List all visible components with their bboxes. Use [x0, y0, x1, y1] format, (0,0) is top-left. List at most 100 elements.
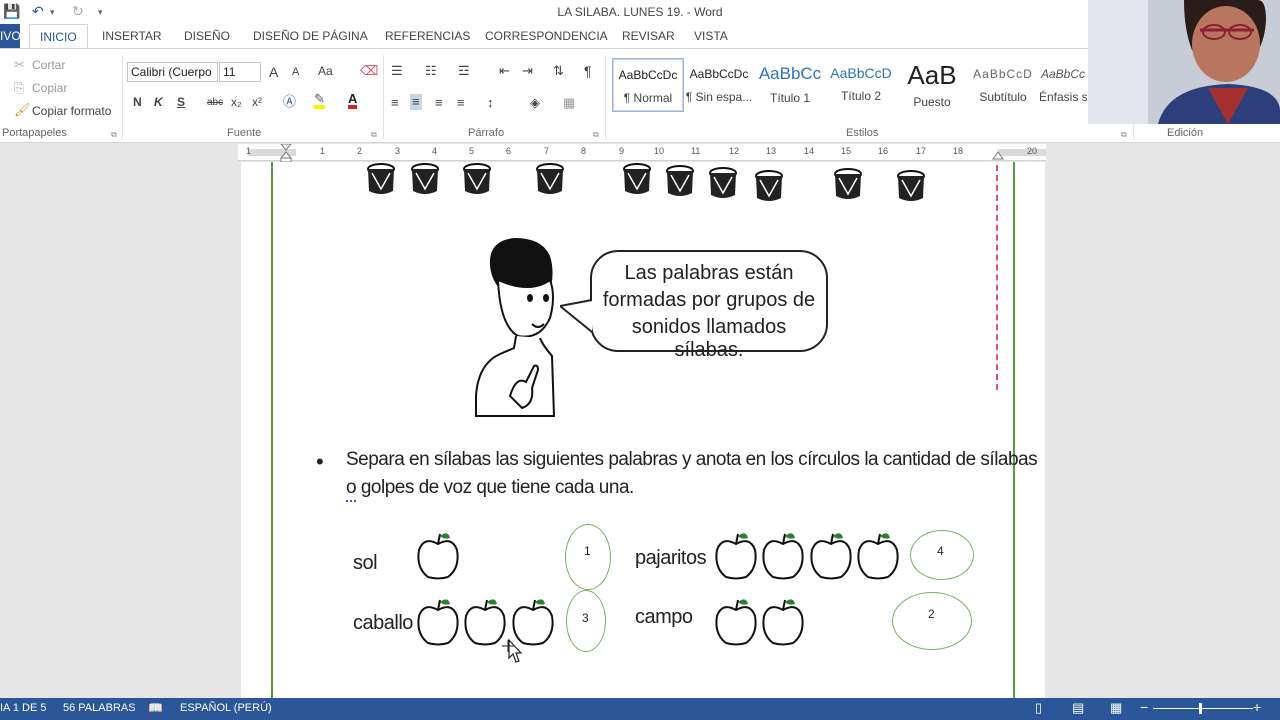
- format-painter-icon: 🖌: [14, 102, 31, 117]
- numbering-icon[interactable]: ☷: [425, 63, 437, 79]
- right-indent-marker-icon[interactable]: [992, 150, 1004, 160]
- group-label-clipboard: Portapapeles: [2, 127, 67, 139]
- answer-number: 3: [582, 611, 589, 625]
- italic-button[interactable]: K: [154, 95, 163, 109]
- subscript-button[interactable]: x₂: [231, 95, 242, 109]
- font-launcher-icon[interactable]: ⧉: [371, 127, 377, 143]
- clipboard-launcher-icon[interactable]: ⧉: [111, 127, 117, 143]
- format-painter-button[interactable]: Copiar formato: [32, 104, 111, 118]
- mouse-cursor-icon: [502, 638, 522, 663]
- print-layout-icon[interactable]: ▤: [1072, 700, 1084, 716]
- highlight-icon[interactable]: ✎: [314, 92, 325, 109]
- horizontal-ruler[interactable]: 1 1 2 3 4 5 6 7 8 9 10 11 12 13 14 15 16…: [238, 144, 1046, 162]
- zoom-slider-thumb[interactable]: [1199, 703, 1202, 714]
- font-name-select[interactable]: Calibri (Cuerpo: [127, 62, 218, 82]
- font-color-icon[interactable]: A: [348, 92, 358, 109]
- multilevel-list-icon[interactable]: ☲: [458, 63, 470, 79]
- proofing-icon[interactable]: 📖: [148, 701, 163, 715]
- tab-diseno[interactable]: DISEÑO: [184, 29, 230, 43]
- align-left-icon[interactable]: ≡: [391, 95, 399, 111]
- drum-icon: [536, 163, 564, 194]
- decrease-indent-icon[interactable]: ⇤: [499, 63, 510, 79]
- word-count[interactable]: 56 PALABRAS: [63, 702, 136, 714]
- page-count[interactable]: IA 1 DE 5: [0, 702, 46, 714]
- tab-insertar[interactable]: INSERTAR: [102, 29, 162, 43]
- ruler-number: 1: [246, 146, 252, 156]
- ruler-number: 20: [1027, 146, 1038, 156]
- style-titulo-1[interactable]: AaBbCc Título 1: [755, 59, 825, 111]
- drum-icon: [623, 163, 651, 194]
- strikethrough-button[interactable]: abc: [207, 97, 223, 108]
- bullets-icon[interactable]: ☰: [391, 63, 403, 79]
- ruler-margin-right: [998, 149, 1046, 156]
- style-sin-espaciado[interactable]: AaBbCcDc ¶ Sin espa...: [684, 59, 754, 111]
- align-right-icon[interactable]: ≡: [435, 95, 443, 111]
- superscript-button[interactable]: x²: [252, 95, 262, 109]
- borders-icon[interactable]: ▦: [563, 95, 575, 111]
- increase-indent-icon[interactable]: ⇥: [522, 63, 533, 79]
- underline-button[interactable]: S: [177, 95, 185, 109]
- font-size-select[interactable]: 11: [219, 62, 261, 82]
- language[interactable]: ESPAÑOL (PERÚ): [180, 702, 272, 714]
- style-preview: AaBbCcD: [973, 67, 1033, 81]
- answer-number: 4: [937, 544, 944, 558]
- read-mode-icon[interactable]: ▯: [1035, 700, 1042, 716]
- ruler-number: 17: [916, 146, 927, 156]
- copy-icon: ⎘: [14, 80, 25, 95]
- presenter-video: [1088, 0, 1280, 124]
- zoom-slider[interactable]: [1153, 708, 1253, 709]
- group-label-font: Fuente: [227, 127, 262, 139]
- tab-diseno-pagina[interactable]: DISEÑO DE PÁGINA: [253, 29, 368, 43]
- bold-button[interactable]: N: [133, 95, 142, 109]
- styles-launcher-icon[interactable]: ⧉: [1121, 127, 1127, 143]
- style-preview: AaB: [907, 60, 957, 90]
- shading-icon[interactable]: ◈: [530, 95, 540, 111]
- zoom-in-icon[interactable]: +: [1253, 699, 1261, 715]
- tab-revisar[interactable]: REVISAR: [622, 29, 675, 43]
- instruction-line: o golpes de voz que tiene cada una.: [346, 477, 634, 498]
- style-normal[interactable]: AaBbCcDc ¶ Normal: [612, 58, 684, 112]
- ruler-number: 11: [691, 146, 701, 156]
- style-name: Puesto: [913, 95, 951, 109]
- style-puesto[interactable]: AaB Puesto: [897, 59, 967, 111]
- sort-icon[interactable]: ⇅: [553, 63, 564, 79]
- style-name: ¶ Normal: [623, 91, 673, 105]
- shrink-font-button[interactable]: A: [292, 66, 299, 78]
- style-titulo-2[interactable]: AaBbCcD Título 2: [826, 59, 896, 111]
- word-label: campo: [635, 606, 693, 628]
- align-center-icon[interactable]: ≡: [410, 94, 422, 110]
- bullet: •: [316, 449, 324, 474]
- ruler-number: 1: [320, 146, 326, 156]
- clear-format-icon[interactable]: ⌫: [360, 63, 378, 79]
- style-enfasis-sutil[interactable]: AaBbCc Énfasis s: [1039, 59, 1087, 111]
- grow-font-button[interactable]: A: [269, 64, 278, 80]
- style-name: Subtítulo: [979, 90, 1027, 104]
- red-dashed-line: [996, 165, 998, 390]
- boy-illustration: [475, 238, 556, 417]
- show-marks-button[interactable]: ¶: [584, 63, 592, 79]
- tab-archivo[interactable]: IVO: [0, 24, 20, 48]
- change-case-button[interactable]: Aa: [318, 64, 333, 78]
- style-subtitulo[interactable]: AaBbCcD Subtítulo: [968, 59, 1038, 111]
- answer-oval[interactable]: [892, 592, 972, 650]
- zoom-out-icon[interactable]: −: [1140, 699, 1148, 715]
- justify-icon[interactable]: ≡: [457, 95, 465, 111]
- word-label: pajaritos: [635, 547, 707, 569]
- tab-vista[interactable]: VISTA: [694, 29, 728, 43]
- spell-check-underline: [346, 498, 356, 502]
- text-effects-icon[interactable]: Ⓐ: [283, 94, 296, 110]
- cut-button[interactable]: Cortar: [32, 58, 65, 72]
- line-spacing-icon[interactable]: ↕: [487, 95, 494, 111]
- ruler-number: 8: [581, 146, 587, 156]
- bubble-line: Las palabras están: [624, 262, 794, 284]
- web-layout-icon[interactable]: ▦: [1110, 700, 1122, 716]
- indent-marker-icon[interactable]: [280, 144, 292, 162]
- tab-inicio[interactable]: INICIO: [29, 24, 88, 49]
- ruler-number: 2: [357, 146, 363, 156]
- copy-button[interactable]: Copiar: [32, 81, 67, 95]
- group-label-styles: Estilos: [846, 127, 879, 139]
- instruction-line: Separa en sílabas las siguientes palabra…: [346, 449, 1038, 470]
- paragraph-launcher-icon[interactable]: ⧉: [593, 127, 599, 143]
- tab-correspondencia[interactable]: CORRESPONDENCIA: [485, 29, 608, 43]
- tab-referencias[interactable]: REFERENCIAS: [385, 29, 470, 43]
